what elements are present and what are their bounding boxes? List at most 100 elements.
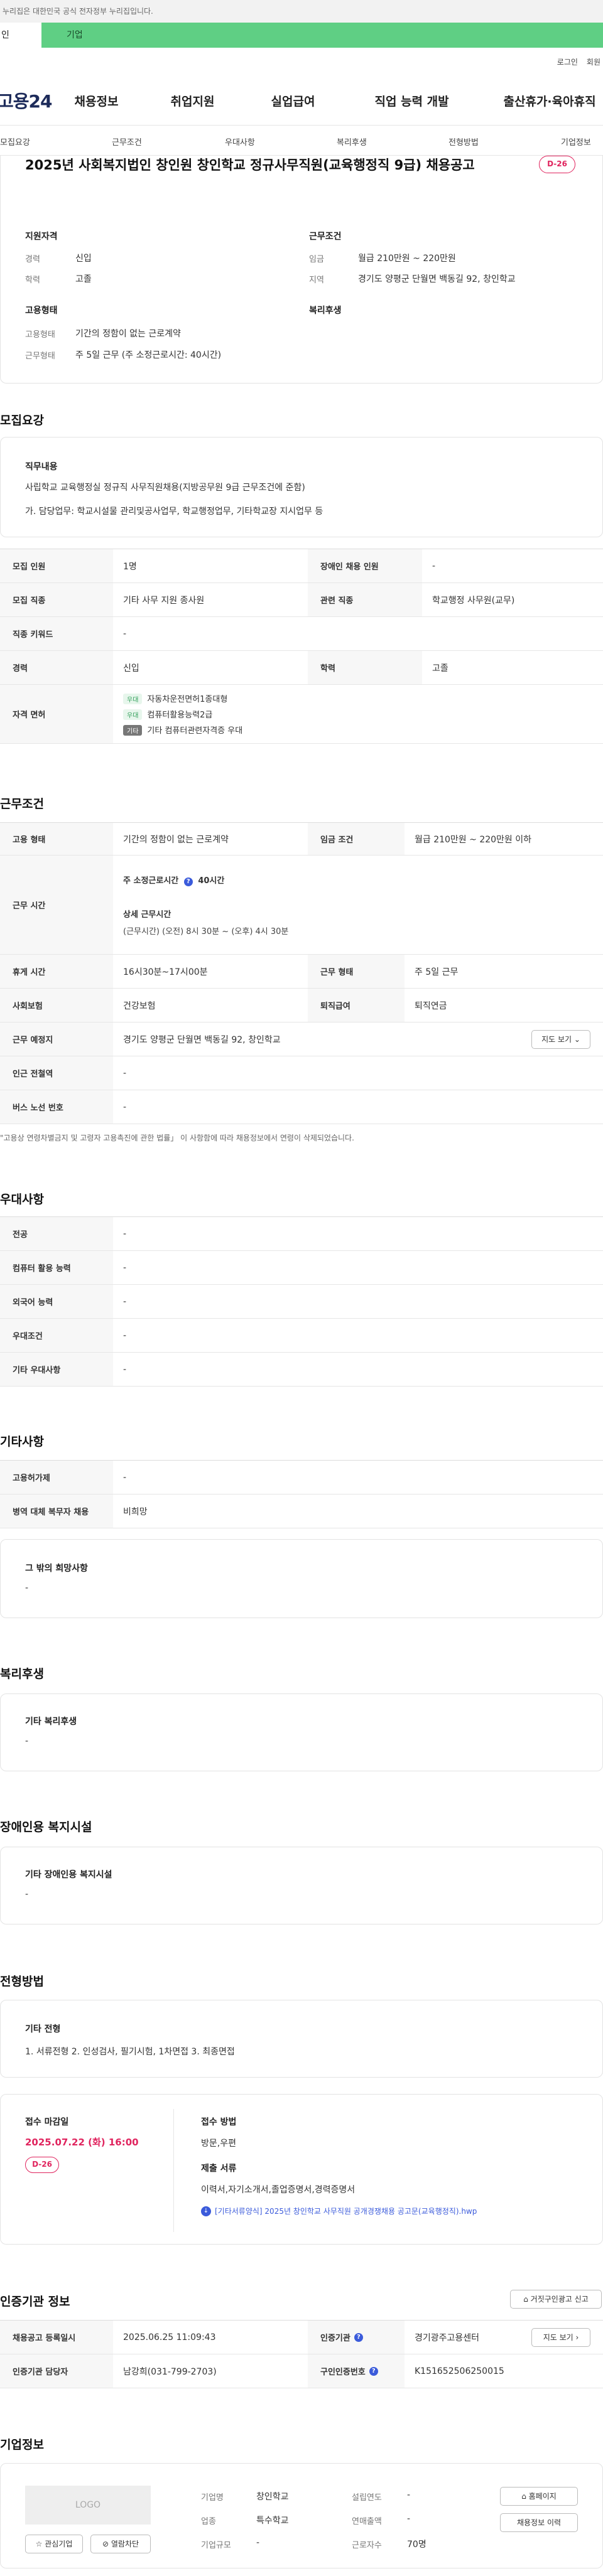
site-logo[interactable]: 고용24	[0, 88, 52, 113]
work-title: 근무조건	[309, 232, 342, 242]
chevron-right-icon: ›	[575, 2333, 579, 2342]
table-row: 모집 직종 기타 사무 지원 종사원 관련 직종 학교행정 사무원(교무)	[0, 583, 603, 617]
hours-detail: 주 소정근로시간 ? 40시간 상세 근무시간 (근무시간) (오전) 8시 3…	[113, 856, 603, 954]
work-table: 고용 형태 기간의 정함이 없는 근로계약 임금 조건 월급 210만원 ~ 2…	[0, 822, 603, 1124]
related-label: 관련 직종	[308, 583, 422, 616]
military-label: 병역 대체 복무자 채용	[0, 1495, 113, 1528]
section-pref-title: 우대사항	[0, 1193, 44, 1206]
table-row: 휴게 시간 16시30분~17시00분 근무 형태 주 5일 근무	[0, 955, 603, 989]
permit-label: 고용허가제	[0, 1461, 113, 1494]
table-row: 인근 전철역 -	[0, 1056, 603, 1090]
emp-row-value: 기간의 정함이 없는 근로계약	[123, 834, 229, 845]
edu-row-value: 고졸	[432, 663, 448, 674]
gov-notice: 누리집은 대한민국 공식 전자정부 누리집입니다.	[0, 0, 603, 23]
gnb-item-training[interactable]: 직업 능력 개발	[375, 92, 449, 109]
computer-value: -	[123, 1262, 127, 1273]
count-label: 모집 인원	[0, 549, 113, 582]
tab-company[interactable]: 기업	[41, 23, 603, 48]
manager-value: 남강희(031-799-2703)	[123, 2366, 217, 2377]
weekly-hours: 주 소정근로시간 ? 40시간	[123, 874, 224, 886]
info-icon[interactable]: ?	[354, 2332, 363, 2342]
license-name: 자동차운전면허1종대형	[147, 695, 228, 704]
table-row: 외국어 능력 -	[0, 1285, 603, 1319]
table-row: 모집 인원 1명 장애인 채용 인원 -	[0, 549, 603, 583]
report-button-label: 거짓구인광고 신고	[530, 2295, 589, 2304]
other-table: 고용허가제 - 병역 대체 복무자 채용 비희망	[0, 1460, 603, 1528]
keyword-label: 직종 키워드	[0, 617, 113, 650]
extra-wish-card	[0, 1539, 603, 1618]
work-type-value: 주 5일 근무 (주 소정근로시간: 40시간)	[75, 350, 222, 360]
company-name-value: 창인학교	[256, 2492, 289, 2502]
agency-map-button[interactable]: 지도 보기 ›	[531, 2328, 590, 2347]
utility-bar: 로그인 회원	[0, 48, 603, 75]
subnav-recruit[interactable]: 모집요강	[0, 136, 30, 148]
emp-title: 고용형태	[25, 306, 58, 316]
favorite-button[interactable]: ☆ 관심기업	[25, 2535, 83, 2553]
login-link[interactable]: 로그인	[557, 56, 578, 67]
member-type-tabs: 인 기업	[0, 23, 603, 48]
major-label: 전공	[0, 1217, 113, 1250]
job-value: 기타 사무 지원 종사원	[123, 595, 205, 606]
count-value: 1명	[123, 561, 137, 572]
founded-label: 설립연도	[352, 2493, 382, 2503]
subnav-work[interactable]: 근무조건	[112, 136, 142, 148]
agency-label-text: 인증기관	[320, 2334, 350, 2343]
process-title: 기타 전형	[25, 2024, 61, 2034]
apply-divider	[173, 2109, 174, 2232]
size-label: 기업규모	[201, 2541, 231, 2550]
table-row: 경력 신입 학력 고졸	[0, 651, 603, 685]
block-button[interactable]: ⊘ 열람차단	[90, 2535, 151, 2553]
subnav-welfare[interactable]: 복리후생	[337, 136, 367, 148]
info-icon[interactable]: ?	[369, 2366, 378, 2376]
info-icon[interactable]: ?	[183, 877, 193, 886]
pref-tag: 우대	[123, 694, 143, 704]
revenue-label: 연매출액	[352, 2517, 382, 2526]
license-label: 자격 면허	[0, 685, 113, 743]
license-name: 기타 컴퓨터관련자격증 우대	[147, 726, 243, 736]
join-link[interactable]: 회원	[587, 56, 600, 67]
disabled-value: -	[432, 561, 436, 571]
map-button-label: 지도 보기	[541, 1035, 572, 1044]
map-button[interactable]: 지도 보기 ⌄	[531, 1030, 590, 1049]
cond-value: -	[123, 1330, 127, 1341]
reg-label: 채용공고 등록일시	[0, 2321, 113, 2354]
facility-card	[0, 1847, 603, 1924]
etc-pref-label: 기타 우대사항	[0, 1353, 113, 1386]
table-row: 고용 형태 기간의 정함이 없는 근로계약 임금 조건 월급 210만원 ~ 2…	[0, 823, 603, 856]
military-value: 비희망	[123, 1506, 148, 1517]
gnb-item-jobs[interactable]: 채용정보	[75, 92, 119, 109]
report-button[interactable]: ⌂ 거짓구인광고 신고	[510, 2290, 602, 2309]
related-value: 학교행정 사무원(교무)	[432, 595, 515, 606]
section-work-title: 근무조건	[0, 797, 44, 811]
disabled-label: 장애인 채용 인원	[308, 549, 422, 582]
wage-row-value: 월급 210만원 ~ 220만원 이하	[415, 834, 532, 845]
pref-table: 전공 - 컴퓨터 활용 능력 - 외국어 능력 - 우대조건 - 기타 우대사항 -	[0, 1216, 603, 1387]
gnb-item-parental-leave[interactable]: 출산휴가·육아휴직	[504, 92, 596, 109]
table-row: 병역 대체 복무자 채용 비희망	[0, 1495, 603, 1528]
pension-label: 퇴직급여	[308, 989, 405, 1022]
emp-type-label: 고용형태	[25, 330, 55, 340]
attachment-link[interactable]: ↓ [기타서류양식] 2025년 창인학교 사무직원 공개경쟁채용 공고문(교육…	[201, 2206, 477, 2216]
size-value: -	[256, 2538, 260, 2548]
welfare-title: 기타 복리후생	[25, 1717, 77, 1727]
agency-table: 채용공고 등록일시 2025.06.25 11:09:43 인증기관? 경기광주…	[0, 2320, 603, 2388]
detail-hours-value: (근무시간) (오전) 8시 30분 ~ (오후) 4시 30분	[123, 926, 289, 936]
table-row: 근무 예정지 경기도 양평군 단월면 백동길 92, 창인학교 지도 보기 ⌄	[0, 1022, 603, 1056]
insurance-value: 건강보험	[123, 1001, 156, 1011]
station-label: 인근 전철역	[0, 1056, 113, 1090]
tab-personal[interactable]: 인	[0, 23, 41, 48]
subnav-company[interactable]: 기업정보	[561, 136, 591, 148]
homepage-button[interactable]: ⌂ 홈페이지	[500, 2487, 578, 2506]
reg-value: 2025.06.25 11:09:43	[123, 2332, 216, 2343]
hours-label: 근무 시간	[0, 856, 113, 954]
block-label: 열람차단	[111, 2540, 139, 2548]
job-history-button[interactable]: 채용정보 이력	[500, 2513, 578, 2532]
gnb-item-employment-support[interactable]: 취업지원	[171, 92, 215, 109]
table-row: 사회보험 건강보험 퇴직급여 퇴직연금	[0, 989, 603, 1022]
subnav-pref[interactable]: 우대사항	[225, 136, 255, 148]
apply-dday-badge: D-26	[25, 2157, 59, 2173]
gnb-item-unemployment[interactable]: 실업급여	[271, 92, 315, 109]
deadline-value: 2025.07.22 (화) 16:00	[25, 2137, 139, 2148]
subnav-process[interactable]: 전형방법	[448, 136, 479, 148]
duty-line-2: 가. 담당업무: 학교시설물 관리및공사업무, 학교행정업무, 기타학교장 지시…	[25, 507, 323, 517]
